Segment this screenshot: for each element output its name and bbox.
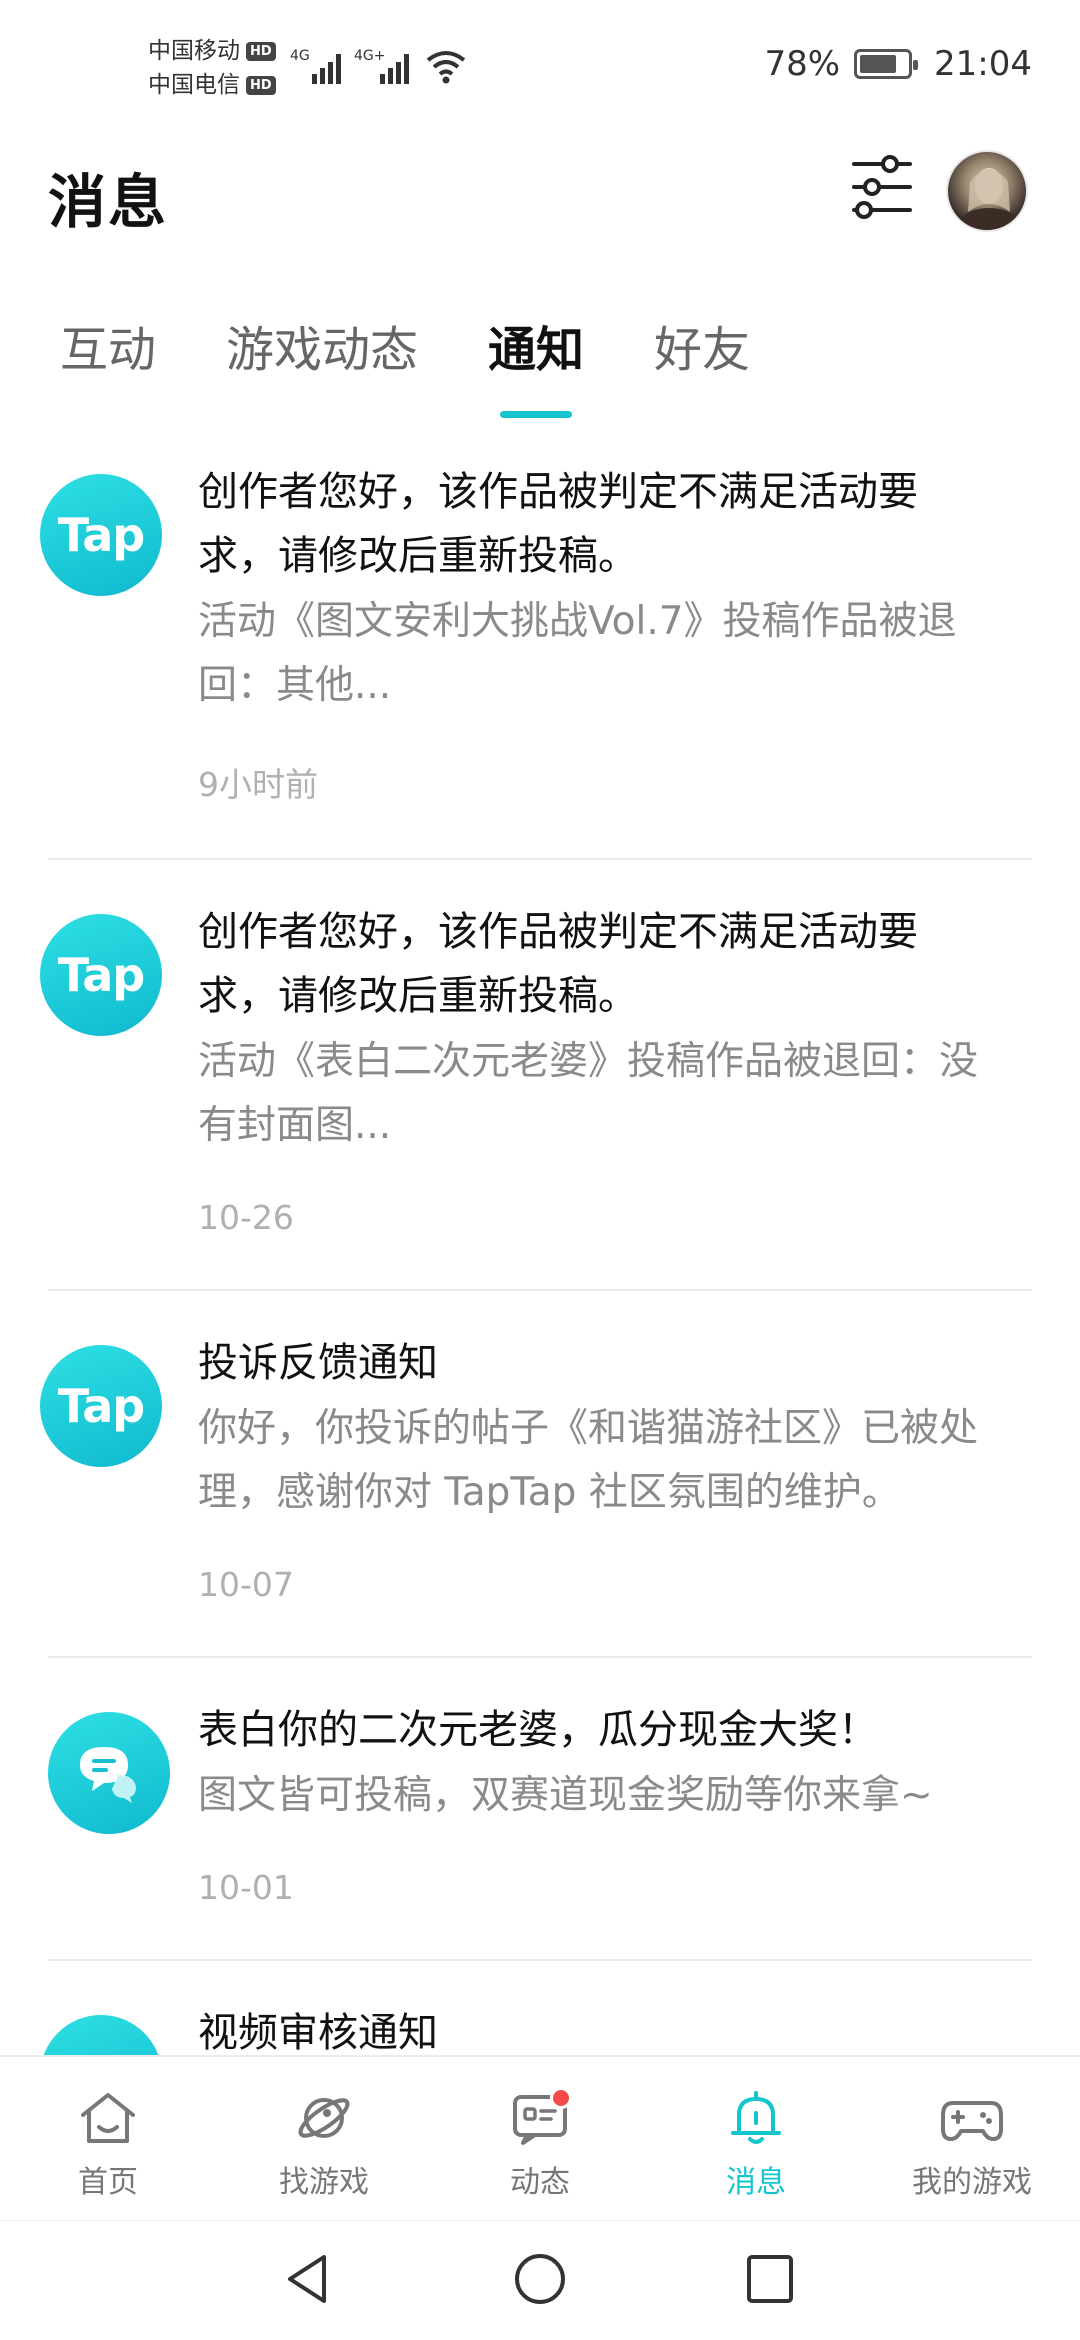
system-navigation-bar	[0, 2220, 1080, 2340]
tab-interaction[interactable]: 互动	[60, 310, 156, 380]
bell-icon	[731, 2091, 781, 2144]
taptap-logo-icon: Tap	[40, 2015, 162, 2055]
battery-level-fill	[860, 55, 896, 73]
taptap-logo-icon: Tap	[40, 1345, 162, 1467]
tab-friends[interactable]: 好友	[654, 310, 750, 380]
hd-badge: HD	[246, 75, 276, 95]
signal-4g-icon: 4G	[290, 48, 341, 84]
gamepad-icon	[941, 2101, 1003, 2141]
tab-notifications[interactable]: 通知	[488, 310, 584, 380]
notification-desc: 图文皆可投稿，双赛道现金奖励等你来拿~	[198, 1773, 933, 1818]
nav-messages[interactable]: 消息	[648, 2057, 864, 2220]
clock: 21:04	[934, 44, 1032, 84]
filter-button[interactable]	[850, 152, 914, 222]
nav-home[interactable]: 首页	[0, 2057, 216, 2220]
notification-time: 10-01	[198, 1868, 294, 1907]
list-item[interactable]: Tap 视频审核通知	[40, 1961, 1032, 2055]
nav-messages-label: 消息	[726, 2165, 786, 2200]
taptap-logo-icon: Tap	[40, 914, 162, 1036]
svg-text:4G: 4G	[290, 48, 310, 64]
back-icon[interactable]	[282, 2251, 332, 2307]
chat-bubble-icon	[48, 1712, 170, 1834]
sliders-icon	[852, 155, 912, 219]
nav-my-games[interactable]: 我的游戏	[864, 2057, 1080, 2220]
nav-find-games[interactable]: 找游戏	[216, 2057, 432, 2220]
wifi-icon	[426, 51, 466, 84]
home-circle-icon[interactable]	[512, 2251, 568, 2307]
status-bar: 中国移动 HD 中国电信 HD 4G 4G+ 78% 21:04	[0, 0, 1080, 130]
bottom-navigation: 首页 找游戏 动态 消息 我的游戏	[0, 2055, 1080, 2220]
nav-find-games-label: 找游戏	[279, 2165, 369, 2200]
carrier-2-label: 中国电信	[148, 72, 240, 98]
user-avatar[interactable]	[946, 150, 1028, 232]
status-right: 78% 21:04	[764, 44, 1032, 84]
battery-percent: 78%	[764, 44, 841, 84]
notification-time: 10-26	[198, 1198, 294, 1237]
page-title: 消息	[48, 168, 169, 236]
notification-desc: 活动《表白二次元老婆》投稿作品被退回：没有封面图...	[198, 1039, 979, 1148]
battery-icon	[854, 49, 919, 79]
list-item[interactable]: Tap 创作者您好，该作品被判定不满足活动要求，请修改后重新投稿。 活动《表白二…	[40, 860, 1032, 1291]
carrier-1-label: 中国移动	[148, 38, 240, 64]
nav-feed[interactable]: 动态	[432, 2057, 648, 2220]
notification-title: 视频审核通知	[198, 2010, 438, 2055]
nav-home-label: 首页	[78, 2165, 138, 2200]
nav-feed-label: 动态	[510, 2165, 570, 2200]
notification-badge-dot	[550, 2087, 572, 2109]
list-item[interactable]: Tap 投诉反馈通知 你好，你投诉的帖子《和谐猫游社区》已被处理，感谢你对 Ta…	[40, 1291, 1032, 1658]
notification-title: 投诉反馈通知	[198, 1340, 438, 1386]
hd-badge: HD	[246, 41, 276, 61]
notification-title: 创作者您好，该作品被判定不满足活动要求，请修改后重新投稿。	[198, 909, 918, 1019]
list-item[interactable]: Tap 创作者您好，该作品被判定不满足活动要求，请修改后重新投稿。 活动《图文安…	[40, 420, 1032, 860]
message-tabs: 互动 游戏动态 通知 好友	[60, 310, 820, 380]
home-icon	[81, 2093, 135, 2143]
notification-time: 10-07	[198, 1565, 294, 1604]
notification-title: 表白你的二次元老婆，瓜分现金大奖！	[198, 1707, 878, 1753]
notification-desc: 你好，你投诉的帖子《和谐猫游社区》已被处理，感谢你对 TapTap 社区氛围的维…	[198, 1406, 979, 1515]
list-item[interactable]: 表白你的二次元老婆，瓜分现金大奖！ 图文皆可投稿，双赛道现金奖励等你来拿~ 10…	[48, 1658, 1032, 1961]
recents-icon[interactable]	[744, 2251, 796, 2307]
nav-my-games-label: 我的游戏	[912, 2165, 1032, 2200]
svg-text:4G+: 4G+	[354, 48, 386, 64]
notification-list[interactable]: Tap 创作者您好，该作品被判定不满足活动要求，请修改后重新投稿。 活动《图文安…	[0, 420, 1080, 2055]
carrier-info: 中国移动 HD 中国电信 HD	[148, 34, 276, 102]
planet-icon	[298, 2098, 350, 2138]
notification-desc: 活动《图文安利大挑战Vol.7》投稿作品被退回：其他...	[198, 599, 957, 708]
notification-title: 创作者您好，该作品被判定不满足活动要求，请修改后重新投稿。	[198, 469, 918, 579]
taptap-logo-icon: Tap	[40, 474, 162, 596]
tab-game-updates[interactable]: 游戏动态	[226, 310, 418, 380]
signal-4g-plus-icon: 4G+	[354, 48, 409, 84]
avatar-image	[959, 168, 1019, 230]
notification-time: 9小时前	[198, 765, 318, 804]
